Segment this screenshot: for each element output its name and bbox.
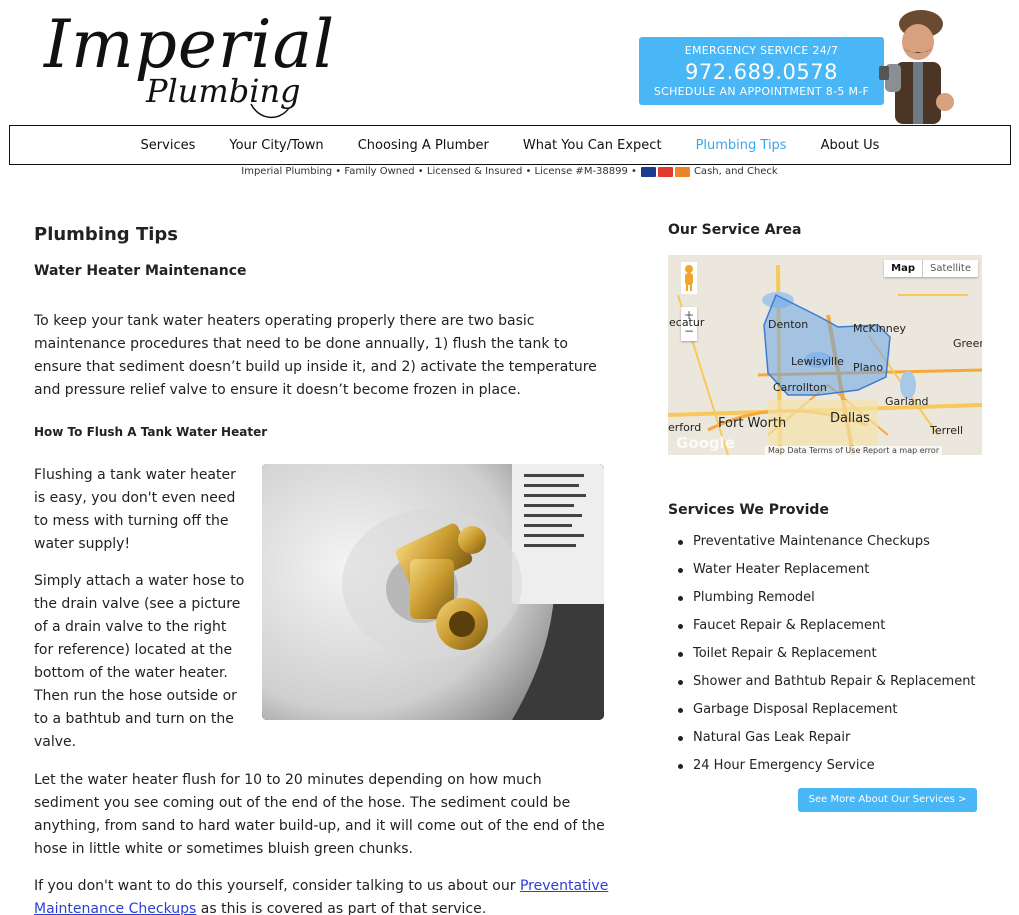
map-label-hereford: erford [668, 421, 702, 434]
map-label-green: Green [953, 337, 982, 350]
map-label-mckinney: McKinney [853, 322, 907, 335]
map-label-terrell: Terrell [930, 424, 964, 437]
list-item: 24 Hour Emergency Service [668, 755, 976, 783]
phone-number[interactable]: 972.689.0578 [639, 60, 884, 84]
map-label-plano: Plano [853, 361, 884, 374]
nav-item-your-city-town[interactable]: Your City/Town [212, 138, 340, 153]
flush-time-paragraph: Let the water heater flush for 10 to 20 … [34, 772, 605, 857]
diy-prefix: If you don't want to do this yourself, c… [34, 878, 516, 894]
page-title: Plumbing Tips [34, 224, 178, 245]
nav-item-plumbing-tips[interactable]: Plumbing Tips [679, 138, 804, 153]
drain-valve-illustration [262, 464, 604, 720]
emergency-box[interactable]: EMERGENCY SERVICE 24/7 972.689.0578 SCHE… [639, 37, 884, 105]
list-item: Garbage Disposal Replacement [668, 699, 976, 727]
nav-item-what-you-can-expect[interactable]: What You Can Expect [506, 138, 679, 153]
list-item: Water Heater Replacement [668, 559, 976, 587]
services-list: Preventative Maintenance Checkups Water … [668, 531, 976, 783]
list-item: Faucet Repair & Replacement [668, 615, 976, 643]
payment-cards [640, 166, 690, 177]
see-more-services-button[interactable]: See More About Our Services > [798, 788, 977, 812]
section-subtitle: Water Heater Maintenance [34, 263, 247, 279]
service-area-title: Our Service Area [668, 222, 802, 238]
main-content: Plumbing Tips Water Heater Maintenance T… [34, 224, 609, 915]
map-label-lewisville: Lewisville [791, 355, 844, 368]
list-item: Plumbing Remodel [668, 587, 976, 615]
sidebar: Our Service Area + − Map Satellite ecatu… [668, 222, 983, 812]
diy-suffix: as this is covered as part of that servi… [200, 901, 487, 915]
schedule-label: SCHEDULE AN APPOINTMENT 8-5 M-F [653, 85, 870, 98]
map-label-carrollton: Carrollton [773, 381, 827, 394]
tagline-payment-suffix: Cash, and Check [693, 166, 778, 177]
map-label-garland: Garland [885, 395, 929, 408]
map-attribution[interactable]: Map Data Terms of Use Report a map error [765, 446, 943, 455]
service-area-map[interactable]: + − Map Satellite ecatur Denton McKinney… [668, 255, 982, 455]
tagline-text: Imperial Plumbing • Family Owned • Licen… [241, 166, 637, 177]
nav-item-about-us[interactable]: About Us [804, 138, 897, 153]
google-logo: Google [676, 434, 735, 452]
list-item: Preventative Maintenance Checkups [668, 531, 976, 559]
street-view-pegman-icon[interactable] [681, 262, 697, 294]
main-nav: Services Your City/Town Choosing A Plumb… [9, 125, 1011, 165]
attach-paragraph: Simply attach a water hose to the drain … [34, 573, 245, 750]
map-label-decatur: ecatur [669, 316, 705, 329]
map-type-map-button[interactable]: Map [884, 260, 924, 277]
intro-paragraph: To keep your tank water heaters operatin… [34, 313, 597, 398]
tagline: Imperial Plumbing • Family Owned • Licen… [0, 166, 1019, 177]
list-item: Natural Gas Leak Repair [668, 727, 976, 755]
diy-alternative-paragraph: If you don't want to do this yourself, c… [34, 875, 609, 915]
drain-valve-photo [262, 464, 604, 720]
flush-heading: How To Flush A Tank Water Heater [34, 425, 268, 439]
emergency-label: EMERGENCY SERVICE 24/7 [684, 44, 839, 57]
flush-paragraph: Flushing a tank water heater is easy, yo… [34, 467, 236, 552]
services-title: Services We Provide [668, 502, 829, 518]
map-label-fort-worth: Fort Worth [718, 416, 787, 431]
map-label-dallas: Dallas [830, 411, 870, 426]
nav-item-choosing-a-plumber[interactable]: Choosing A Plumber [341, 138, 506, 153]
logo-flourish-icon [250, 103, 290, 118]
map-type-toggle: Map Satellite [884, 260, 978, 277]
list-item: Toilet Repair & Replacement [668, 643, 976, 671]
discover-card-icon [674, 166, 690, 177]
logo[interactable]: Imperial Plumbing [44, 6, 334, 124]
plumber-mascot-image [879, 10, 954, 124]
visa-card-icon [640, 166, 656, 177]
mastercard-icon [657, 166, 673, 177]
nav-item-services[interactable]: Services [124, 138, 213, 153]
map-label-denton: Denton [768, 318, 809, 331]
map-type-satellite-button[interactable]: Satellite [923, 260, 978, 277]
list-item: Shower and Bathtub Repair & Replacement [668, 671, 976, 699]
